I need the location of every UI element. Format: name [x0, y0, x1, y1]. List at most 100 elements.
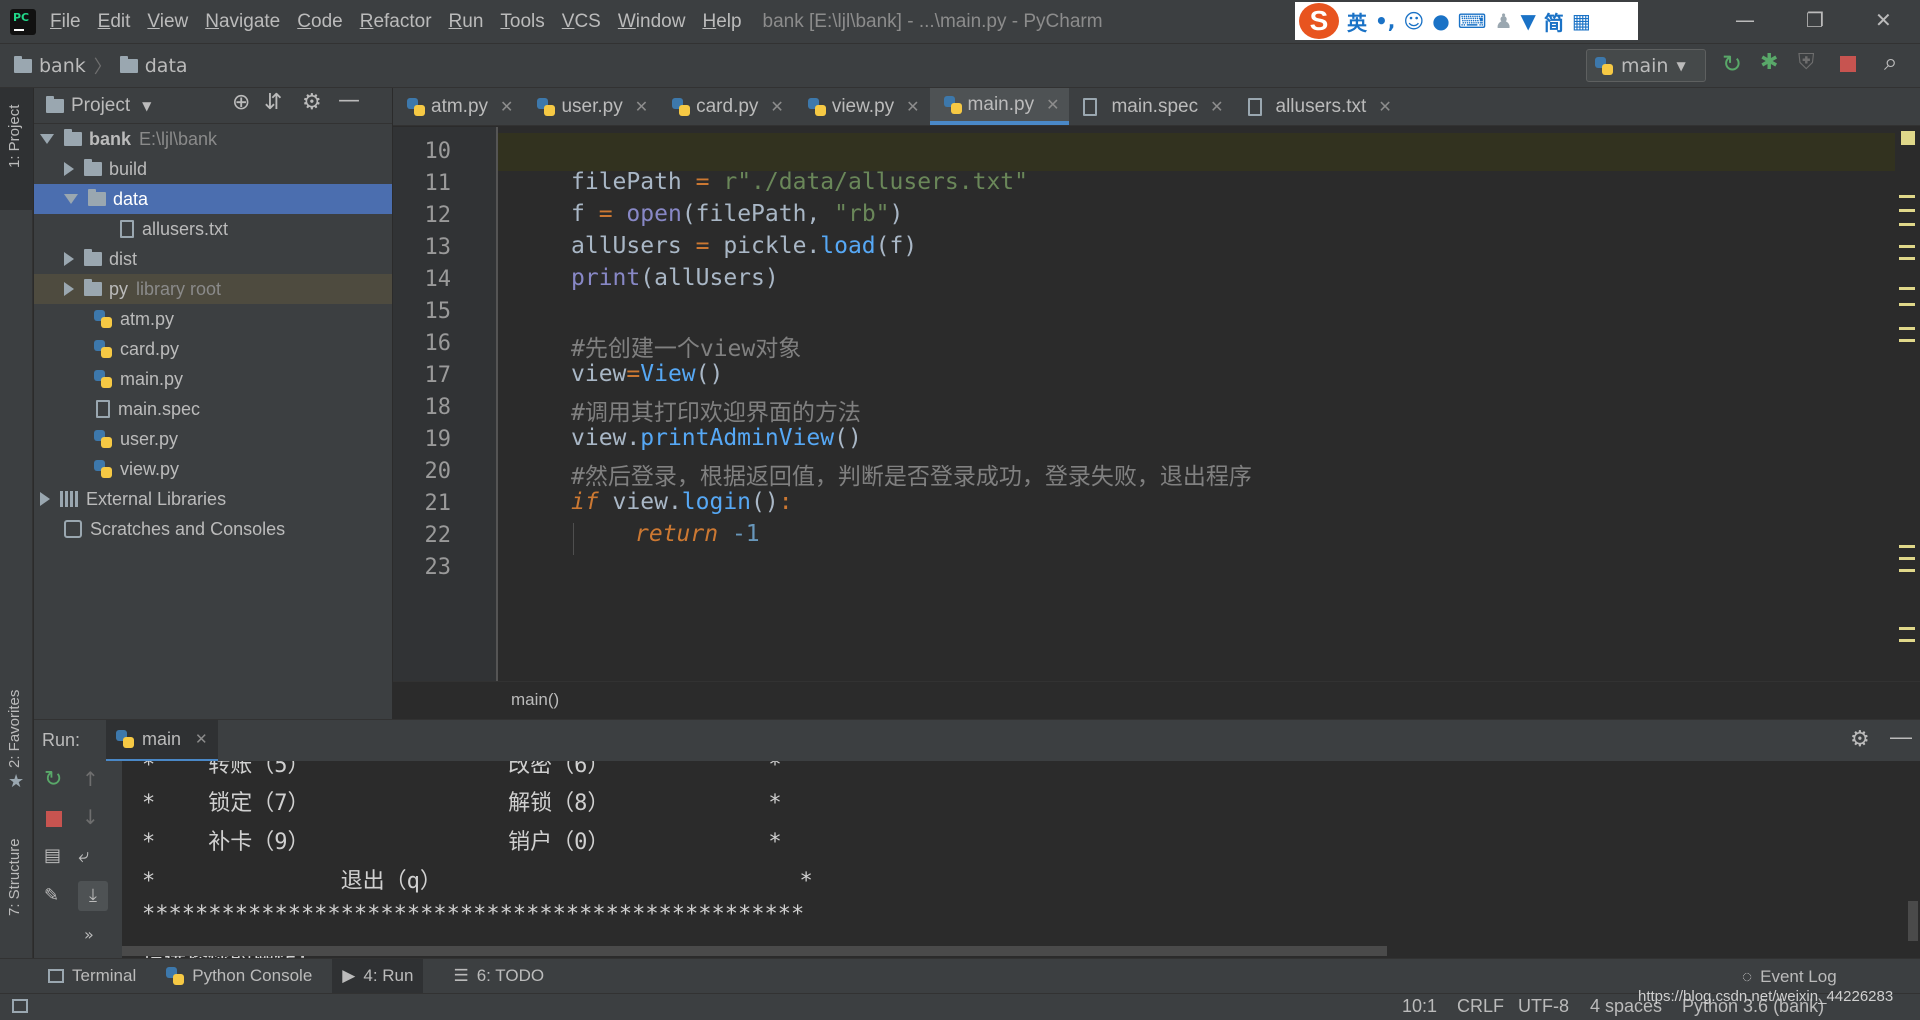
tree-item-py[interactable]: py library root [34, 274, 392, 304]
breadcrumb-bank[interactable]: bank [14, 55, 86, 77]
menu-view[interactable]: View [147, 11, 188, 33]
minimize-icon[interactable]: — [1735, 8, 1755, 32]
close-tab-icon[interactable]: ✕ [195, 730, 208, 748]
rerun-icon[interactable]: ↻ [44, 767, 62, 792]
menu-tools[interactable]: Tools [500, 11, 544, 33]
chevron-down-icon[interactable]: ▼ [142, 99, 151, 113]
tree-item-user-py[interactable]: user.py [34, 424, 392, 454]
editor-breadcrumb[interactable]: main() [393, 681, 1920, 717]
project-tool-tab[interactable]: 1: Project [6, 105, 23, 168]
collapse-all-icon[interactable]: ⇵ [264, 90, 282, 115]
hide-icon[interactable]: — [1890, 724, 1912, 750]
run-icon[interactable]: ↻ [1722, 50, 1742, 78]
menu-window[interactable]: Window [618, 11, 686, 33]
collapse-icon[interactable] [40, 492, 50, 506]
search-icon[interactable]: ⌕ [1884, 48, 1897, 76]
tree-item-card-py[interactable]: card.py [34, 334, 392, 364]
restore-icon[interactable]: ❐ [1806, 8, 1824, 32]
more-icon[interactable]: » [84, 925, 94, 944]
close-tab-icon[interactable]: ✕ [635, 97, 648, 117]
close-tab-icon[interactable]: ✕ [500, 97, 513, 117]
tree-item-dist[interactable]: dist [34, 244, 392, 274]
tab-user-py[interactable]: user.py ✕ [523, 88, 658, 125]
vertical-scrollbar[interactable] [1908, 901, 1918, 941]
gear-icon[interactable]: ⚙ [302, 90, 322, 115]
tab-main-spec[interactable]: main.spec ✕ [1069, 88, 1233, 125]
tab-main-py[interactable]: main.py ✕ [929, 88, 1070, 125]
tree-item-atm-py[interactable]: atm.py [34, 304, 392, 334]
tree-item-main-py[interactable]: main.py [34, 364, 392, 394]
arrow-up-icon[interactable]: ↑ [82, 767, 99, 791]
arrow-down-icon[interactable]: ↓ [82, 805, 99, 829]
pin-icon[interactable]: ✎ [44, 885, 59, 906]
tree-item-bank[interactable]: bank E:\ljl\bank [34, 124, 392, 154]
caret-position[interactable]: 10:1 [1402, 996, 1437, 1017]
project-panel-title[interactable]: Project [71, 95, 130, 117]
tree-item-allusers-txt[interactable]: allusers.txt [34, 214, 392, 244]
structure-tool-tab[interactable]: 7: Structure [6, 838, 23, 916]
punctuation-icon[interactable]: •, [1375, 9, 1395, 33]
menu-run[interactable]: Run [449, 11, 484, 33]
breadcrumb-data[interactable]: data [119, 55, 188, 77]
file-encoding[interactable]: UTF-8 [1518, 996, 1569, 1017]
tree-item-build[interactable]: build [34, 154, 392, 184]
toggle-tool-windows-icon[interactable] [12, 999, 28, 1013]
menu-code[interactable]: Code [297, 11, 342, 33]
stop-icon[interactable] [1840, 56, 1856, 72]
close-tab-icon[interactable]: ✕ [906, 97, 919, 117]
skin-icon[interactable]: ▼ [1521, 9, 1536, 33]
horizontal-scrollbar[interactable] [122, 946, 1387, 956]
menu-refactor[interactable]: Refactor [360, 11, 432, 33]
soft-wrap-icon[interactable]: ⤶ [78, 843, 89, 867]
hide-icon[interactable]: — [338, 88, 360, 113]
run-configuration-select[interactable]: main ▼ [1586, 49, 1706, 82]
close-tab-icon[interactable]: ✕ [1046, 95, 1059, 115]
error-stripe[interactable] [1895, 127, 1920, 681]
menu-help[interactable]: Help [702, 11, 741, 33]
menu-edit[interactable]: Edit [98, 11, 131, 33]
python-console-tab[interactable]: Python Console [166, 966, 312, 986]
menu-file[interactable]: File [50, 11, 81, 33]
close-tab-icon[interactable]: ✕ [1378, 97, 1391, 117]
tree-item-data[interactable]: data [34, 184, 392, 214]
collapse-icon[interactable] [64, 162, 74, 176]
event-log-tab[interactable]: ◌ Event Log [1742, 967, 1837, 987]
locate-icon[interactable]: ⊕ [232, 90, 250, 115]
tree-item-external-libraries[interactable]: External Libraries [34, 484, 392, 514]
run-tool-tab[interactable]: ▶ 4: Run [332, 958, 424, 994]
line-separator[interactable]: CRLF [1457, 996, 1504, 1017]
gear-icon[interactable]: ⚙ [1850, 726, 1870, 752]
tab-card-py[interactable]: card.py ✕ [658, 88, 794, 125]
tree-item-main-spec[interactable]: main.spec [34, 394, 392, 424]
close-tab-icon[interactable]: ✕ [770, 97, 783, 117]
expand-icon[interactable] [64, 194, 78, 204]
tab-allusers-txt[interactable]: allusers.txt ✕ [1234, 88, 1402, 125]
layout-icon[interactable]: ▤ [44, 845, 61, 866]
tab-atm-py[interactable]: atm.py ✕ [393, 88, 523, 125]
toolbox-icon[interactable]: ▦ [1572, 9, 1591, 33]
run-tab-main[interactable]: main ✕ [106, 719, 218, 762]
close-tab-icon[interactable]: ✕ [1210, 97, 1223, 117]
ime-mode[interactable]: 英 [1347, 7, 1367, 36]
keyboard-icon[interactable]: ⌨ [1458, 9, 1487, 33]
emoji-icon[interactable]: ☺ [1403, 9, 1424, 33]
inspection-icon[interactable] [1901, 131, 1915, 145]
tree-item-view-py[interactable]: view.py [34, 454, 392, 484]
code-editor[interactable]: 10 11 12 13 14 15 16 17 18 19 20 21 22 2… [393, 127, 1920, 681]
menu-vcs[interactable]: VCS [562, 11, 601, 33]
ime-simplified[interactable]: 简 [1544, 7, 1564, 36]
close-icon[interactable]: ✕ [1875, 8, 1892, 32]
collapse-icon[interactable] [64, 282, 74, 296]
stop-icon[interactable] [46, 811, 62, 827]
menu-navigate[interactable]: Navigate [205, 11, 280, 33]
favorites-tool-tab[interactable]: 2: Favorites [6, 690, 23, 768]
terminal-tab[interactable]: Terminal [48, 966, 136, 986]
user-icon[interactable]: ♟ [1495, 9, 1513, 33]
expand-icon[interactable] [40, 134, 54, 144]
scroll-to-end-icon[interactable]: ⤓ [78, 881, 108, 911]
tree-item-scratches[interactable]: Scratches and Consoles [34, 514, 392, 544]
debug-icon[interactable]: ✱ [1760, 50, 1778, 75]
todo-tab[interactable]: ☰ 6: TODO [453, 966, 544, 986]
tab-view-py[interactable]: view.py ✕ [794, 88, 930, 125]
console-output[interactable]: * 转账（5） 改密（6） * * 锁定（7） 解锁（8） * * 补卡（9） … [122, 761, 1920, 958]
